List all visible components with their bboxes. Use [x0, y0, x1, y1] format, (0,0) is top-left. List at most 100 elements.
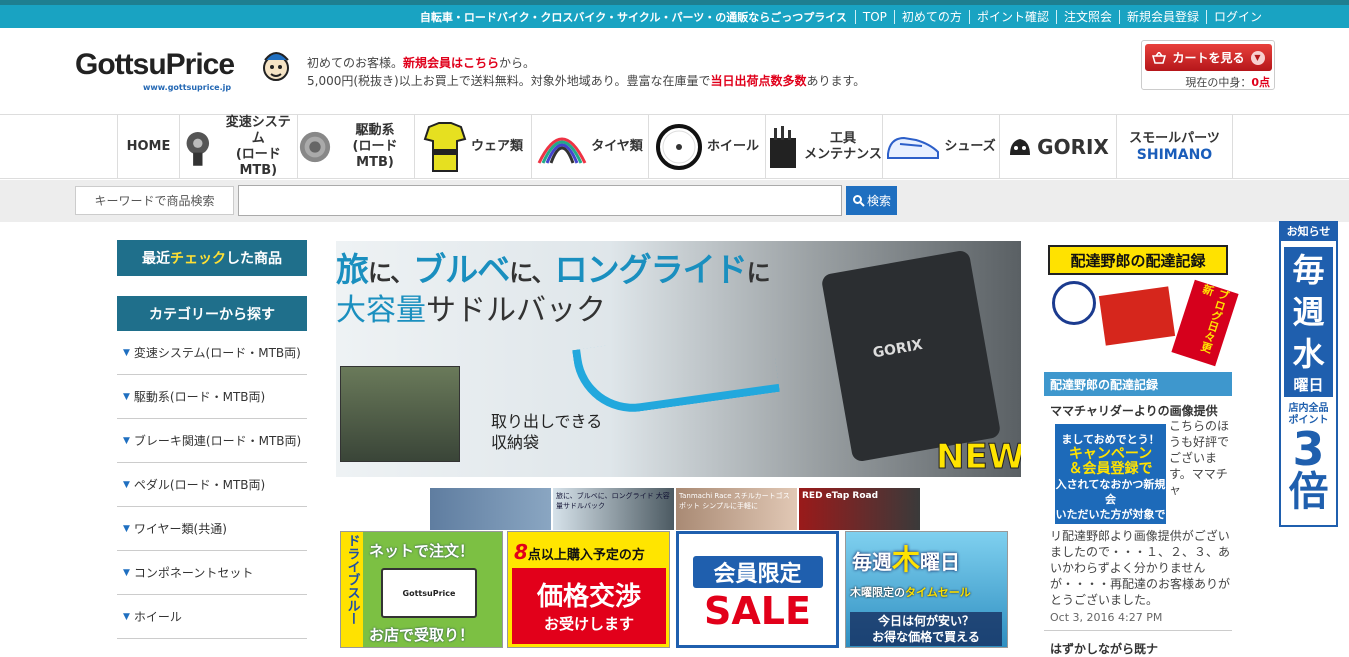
top-link-first-time[interactable]: 初めての方	[893, 9, 969, 24]
register-link[interactable]: 新規会員はこちら	[403, 56, 499, 70]
cart-count-value: 0点	[1251, 76, 1270, 89]
hero-banner[interactable]: GORIX 旅に、ブルベに、ロングライドに 大容量サドルバック 取り出しできる …	[336, 241, 1021, 477]
new-badge: NEW	[935, 437, 1021, 478]
nav-shoes[interactable]: シューズ	[882, 115, 999, 178]
post-image[interactable]: ましておめでとう！ キャンペーン ＆会員登録で 入されてなおかつ新規会 いただい…	[1055, 424, 1166, 536]
shipping-text: 5,000円(税抜き)以上お買上で送料無料。対象外地域あり。豊富な在庫量で	[307, 74, 711, 88]
category-label: ペダル(ロード・MTB両)	[133, 478, 266, 492]
promo-sub: 木曜限定のタイムセール	[850, 586, 971, 599]
recently-viewed-button[interactable]: 最近 チェック した商品	[117, 240, 307, 276]
jersey-icon	[423, 121, 467, 172]
category-label: 変速システム(ロード・MTB両)	[133, 346, 301, 360]
search-input[interactable]	[238, 185, 842, 216]
promo-footer: お店で受取り！	[369, 626, 475, 644]
top-link-order-inquiry[interactable]: 注文照会	[1055, 9, 1119, 24]
cart-box: カートを見る ▼ 現在の中身：0点	[1141, 40, 1275, 90]
notice-banner[interactable]: お知らせ 毎 週 水 曜日 店内全品 ポイント 3 倍	[1279, 221, 1338, 527]
delivery-blog-banner[interactable]: 配達野郎の配達記録 ブログ日々更新	[1046, 241, 1239, 367]
search-button-label: 検索	[866, 194, 891, 208]
top-link-points[interactable]: ポイント確認	[968, 9, 1056, 24]
nav-home[interactable]: HOME	[117, 115, 179, 178]
category-label: ワイヤー類(共通)	[133, 522, 227, 536]
tire-icon	[537, 137, 587, 164]
banner-thumb[interactable]: 旅に、ブルベに、ロングライド 大容量サドルバック	[553, 488, 674, 530]
triangle-down-icon: ▼	[123, 567, 130, 578]
nav-gorix[interactable]: GORIX	[999, 115, 1116, 178]
category-nav: HOME 変速システム (ロードMTB) 駆動系 (ロードMTB) ウェア類 タ…	[0, 114, 1349, 179]
category-item[interactable]: ▼ ブレーキ関連(ロード・MTB両)	[117, 419, 307, 463]
blog-heading: 配達野郎の配達記録	[1044, 372, 1232, 396]
nav-small-parts[interactable]: スモールパーツ SHIMANO	[1116, 115, 1233, 178]
laptop-icon: GottsuPrice	[381, 568, 477, 618]
recent-post: した商品	[226, 251, 282, 267]
nav-derailleur-label: 変速システム (ロードMTB)	[225, 114, 291, 178]
triangle-down-icon: ▼	[123, 391, 130, 402]
search-label: キーワードで商品検索	[75, 186, 234, 215]
banner-headline: 旅に、ブルベに、ロングライドに	[336, 250, 771, 289]
promo-thursday-sale[interactable]: 毎週木曜日 木曜限定のタイムセール 今日は何が安い？ お得な価格で買える	[845, 531, 1008, 648]
nav-tires[interactable]: タイヤ類	[531, 115, 648, 178]
promo-headline: 会員限定	[692, 556, 823, 588]
promo-box: 価格交渉 お受けします	[512, 568, 666, 644]
banner-thumb[interactable]: RED eTap Road	[799, 488, 920, 530]
search-icon	[852, 195, 865, 207]
red-cart-graphic	[1098, 286, 1176, 346]
welcome-text: 初めてのお客様。	[307, 56, 404, 70]
banner-thumb[interactable]	[430, 488, 551, 530]
category-item[interactable]: ▼ 駆動系(ロード・MTB両)	[117, 375, 307, 419]
category-item[interactable]: ▼ ワイヤー類(共通)	[117, 507, 307, 551]
nav-tools[interactable]: 工具 メンテナンス	[765, 115, 882, 178]
search-bar: キーワードで商品検索 検索	[0, 180, 1349, 222]
next-post-title[interactable]: はずかしながら既ナ	[1050, 640, 1158, 657]
banner-caption: 取り出しできる 収納袋	[491, 412, 603, 452]
promo-price-negotiation[interactable]: 8点以上購入予定の方 価格交渉 お受けします	[507, 531, 670, 648]
promo-drive-thru[interactable]: ドライブスルー ネットで注文！ GottsuPrice お店で受取り！	[340, 531, 503, 648]
nav-derailleur[interactable]: 変速システム (ロードMTB)	[179, 115, 297, 178]
nav-drivetrain[interactable]: 駆動系 (ロードMTB)	[297, 115, 414, 178]
triangle-down-icon: ▼	[123, 523, 130, 534]
view-cart-label: カートを見る	[1172, 51, 1245, 65]
site-tagline: 自転車・ロードバイク・クロスバイク・サイクル・パーツ・の通販ならごっつプライス	[419, 10, 847, 24]
shoe-icon	[887, 136, 940, 159]
view-cart-button[interactable]: カートを見る ▼	[1145, 44, 1272, 71]
nav-wheels[interactable]: ホイール	[648, 115, 765, 178]
bag-brand: GORIX	[871, 336, 924, 362]
category-item[interactable]: ▼ 変速システム(ロード・MTB両)	[117, 331, 307, 375]
post-title[interactable]: ママチャリダーよりの画像提供	[1050, 402, 1218, 419]
nav-tires-label: タイヤ類	[591, 138, 643, 154]
nav-wear[interactable]: ウェア類	[414, 115, 531, 178]
top-link-top[interactable]: TOP	[854, 9, 894, 24]
post-body-continued: リ配達野郎より画像提供がございましたので・・・１、２、３、あいかわらずよく分かり…	[1050, 529, 1231, 607]
top-link-login[interactable]: ログイン	[1205, 9, 1269, 24]
shipping-text-tail: あります。	[806, 74, 866, 88]
logo-text: GottsuPrice	[75, 48, 235, 81]
category-item[interactable]: ▼ ホイール	[117, 595, 307, 639]
category-label: ブレーキ関連(ロード・MTB両)	[133, 434, 302, 448]
logo-url: www.gottsuprice.jp	[143, 83, 232, 92]
category-heading: カテゴリーから探す	[117, 296, 307, 331]
post-date: Oct 3, 2016 4:27 PM	[1050, 611, 1163, 624]
tools-icon	[770, 125, 797, 168]
site-logo[interactable]: GottsuPrice www.gottsuprice.jp	[75, 48, 290, 96]
notice-suffix: 倍	[1288, 469, 1329, 515]
category-item[interactable]: ▼ コンポネーントセット	[117, 551, 307, 595]
triangle-down-icon: ▼	[123, 479, 130, 490]
promo-member-sale[interactable]: 会員限定 SALE	[676, 531, 839, 648]
divider	[1044, 630, 1232, 631]
cart-count: 現在の中身：0点	[1185, 74, 1270, 90]
promo-headline: 毎週木曜日	[852, 543, 961, 576]
nav-home-label: HOME	[126, 138, 171, 154]
recent-highlight: チェック	[170, 251, 226, 267]
site-header: GottsuPrice www.gottsuprice.jp 初めてのお客様。新…	[0, 28, 1349, 114]
category-label: 駆動系(ロード・MTB両)	[133, 390, 266, 404]
banner-thumb[interactable]: Tanmachi Race スチルカートゴスポット シンプルに手軽に	[676, 488, 797, 530]
category-item[interactable]: ▼ ペダル(ロード・MTB両)	[117, 463, 307, 507]
search-button[interactable]: 検索	[846, 186, 897, 215]
recent-pre: 最近	[142, 251, 170, 267]
promo-headline: ネットで注文！	[369, 542, 475, 560]
blog-update-tag: ブログ日々更新	[1171, 279, 1239, 367]
nav-tools-label: 工具 メンテナンス	[804, 130, 882, 162]
saddle-bag-image: GORIX	[820, 249, 1002, 463]
top-link-register[interactable]: 新規会員登録	[1118, 9, 1206, 24]
nav-shoes-label: シューズ	[944, 138, 996, 154]
